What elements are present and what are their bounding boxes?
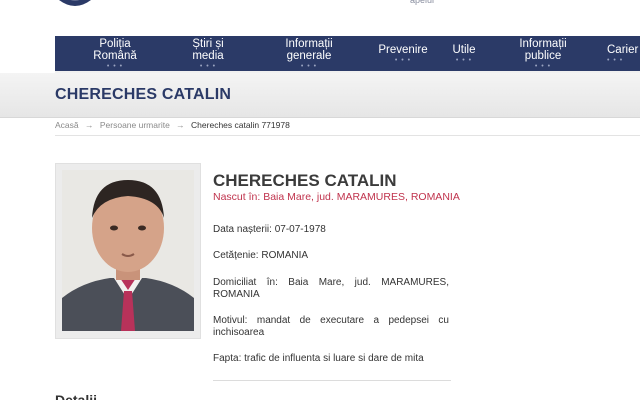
person-citizenship: Cetățenie: ROMANIA <box>213 250 309 261</box>
top-note: apelul <box>410 0 435 5</box>
nav-label-line2: media <box>192 49 224 62</box>
nav-label-line2: Română <box>93 49 137 62</box>
breadcrumb-section-link[interactable]: Persoane urmarite <box>100 120 170 130</box>
breadcrumb: Acasă → Persoane urmarite → Chereches ca… <box>55 120 290 130</box>
nav-label-line1: Carier <box>607 43 639 56</box>
breadcrumb-separator: → <box>176 120 185 130</box>
person-motive: Motivul: mandat de executare a pedepsei … <box>213 315 449 338</box>
nav-dots: • • • <box>607 56 624 64</box>
person-name: CHERECHES CATALIN <box>213 171 397 190</box>
nav-dots: • • • <box>300 62 318 70</box>
breadcrumb-current: Chereches catalin 771978 <box>191 120 290 130</box>
nav-item-politia-romana[interactable]: Poliția Română • • • <box>85 36 145 71</box>
person-domicile: Domiciliat în: Baia Mare, jud. MARAMURES… <box>213 277 449 300</box>
person-dob: Data nașterii: 07-07-1978 <box>213 224 326 235</box>
nav-dots: • • • <box>106 62 124 70</box>
divider <box>55 135 640 136</box>
person-birthplace: Nascut în: Baia Mare, jud. MARAMURES, RO… <box>213 191 460 203</box>
divider <box>213 380 451 381</box>
portrait-photo <box>62 170 194 331</box>
nav-item-prevenire[interactable]: Prevenire • • • <box>373 36 433 71</box>
nav-label-line2: publice <box>524 49 562 62</box>
main-navigation: Poliția Română • • • Știri și media • • … <box>55 36 640 73</box>
nav-dots: • • • <box>534 62 552 70</box>
nav-item-cariera[interactable]: Carier • • • <box>607 36 640 71</box>
breadcrumb-separator: → <box>85 120 94 130</box>
nav-dots: • • • <box>199 62 217 70</box>
nav-item-informatii-generale[interactable]: Informații generale • • • <box>278 36 340 71</box>
nav-item-utile[interactable]: Utile • • • <box>445 36 483 71</box>
police-logo-icon[interactable] <box>55 0 95 10</box>
nav-dots: • • • <box>394 56 412 64</box>
page-title: CHERECHES CATALIN <box>55 86 232 103</box>
nav-label-line1: Informații <box>285 37 333 50</box>
breadcrumb-home-link[interactable]: Acasă <box>55 120 79 130</box>
nav-item-stiri-media[interactable]: Știri și media • • • <box>178 36 238 71</box>
nav-label-line1: Poliția <box>99 37 131 50</box>
nav-label-line1: Informații <box>519 37 567 50</box>
nav-label-line1: Știri și <box>192 37 224 50</box>
person-deed: Fapta: trafic de influenta si luare si d… <box>213 353 424 364</box>
nav-label-line1: Prevenire <box>378 43 428 56</box>
nav-label-line2: generale <box>286 49 332 62</box>
nav-item-informatii-publice[interactable]: Informații publice • • • <box>512 36 574 71</box>
details-section-heading: Detalii <box>55 392 98 400</box>
nav-dots: • • • <box>455 56 473 64</box>
nav-label-line1: Utile <box>452 43 476 56</box>
